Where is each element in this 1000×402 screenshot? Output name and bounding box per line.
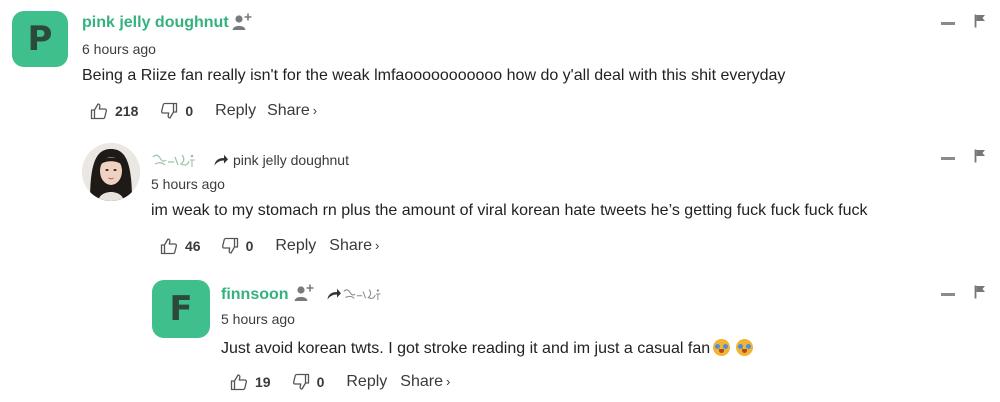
action-bar: 46 0 Reply Share ›	[160, 237, 379, 255]
portrait-image	[82, 143, 140, 201]
timestamp: 5 hours ago	[221, 311, 295, 327]
reply-button[interactable]: Reply	[346, 373, 387, 391]
dislike-button[interactable]: 0	[160, 102, 193, 120]
collapse-icon[interactable]	[941, 293, 955, 296]
thumbs-up-icon	[90, 103, 108, 120]
action-bar: 19 0 Reply Share ›	[230, 373, 450, 391]
thumbs-down-icon	[292, 373, 309, 390]
username[interactable]: pink jelly doughnut	[82, 14, 229, 32]
like-button[interactable]: 218	[90, 102, 138, 120]
comment-3: F finnsoon 5 hours ago Just avoid korean…	[0, 270, 1000, 402]
collapse-icon[interactable]	[941, 22, 955, 25]
like-count: 46	[185, 238, 201, 254]
like-count: 218	[115, 103, 139, 119]
reply-to: pink jelly doughnut	[213, 152, 349, 168]
comment-1: P pink jelly doughnut 6 hours ago Being …	[0, 0, 1000, 130]
reply-to-username[interactable]: pink jelly doughnut	[233, 152, 349, 168]
share-button[interactable]: Share ›	[329, 237, 379, 255]
chevron-right-icon: ›	[312, 103, 318, 118]
share-label: Share	[400, 373, 443, 390]
doodle-username-image[interactable]	[151, 151, 199, 169]
comment-text: Just avoid korean twts. I got stroke rea…	[221, 339, 754, 358]
comment-text: Being a Riize fan really isn't for the w…	[82, 67, 786, 84]
share-label: Share	[329, 237, 372, 254]
chevron-right-icon: ›	[374, 238, 380, 253]
reply-button[interactable]: Reply	[275, 237, 316, 255]
dislike-count: 0	[316, 374, 325, 390]
thumbs-down-icon	[221, 237, 238, 254]
dislike-button[interactable]: 0	[221, 237, 254, 255]
comment-text-content: Just avoid korean twts. I got stroke rea…	[221, 340, 711, 357]
flag-icon[interactable]	[974, 149, 986, 163]
flag-icon[interactable]	[974, 285, 986, 299]
share-button[interactable]: Share ›	[267, 102, 317, 120]
avatar[interactable]: F	[152, 280, 210, 338]
flag-icon[interactable]	[974, 14, 986, 28]
photo-avatar[interactable]	[82, 143, 140, 201]
avatar-letter: F	[169, 289, 193, 329]
action-bar: 218 0 Reply Share ›	[90, 102, 317, 120]
crying-face-emoji	[713, 339, 731, 356]
like-count: 19	[255, 374, 271, 390]
add-user-icon[interactable]	[294, 283, 314, 303]
collapse-icon[interactable]	[941, 157, 955, 160]
comment-2: pink jelly doughnut 5 hours ago im weak …	[0, 135, 1000, 270]
timestamp: 5 hours ago	[151, 176, 225, 192]
dislike-count: 0	[185, 103, 194, 119]
chevron-right-icon: ›	[445, 374, 451, 389]
reply-arrow-icon	[327, 288, 341, 300]
thumbs-up-icon	[230, 374, 248, 391]
crying-face-emoji	[736, 339, 754, 356]
thumbs-up-icon	[160, 238, 178, 255]
dislike-count: 0	[245, 238, 254, 254]
add-user-icon[interactable]	[232, 12, 252, 32]
reply-arrow-icon	[214, 154, 228, 166]
timestamp: 6 hours ago	[82, 41, 156, 57]
username[interactable]: finnsoon	[221, 286, 289, 304]
share-button[interactable]: Share ›	[400, 373, 450, 391]
reply-button[interactable]: Reply	[215, 102, 256, 120]
like-button[interactable]: 19	[230, 373, 271, 391]
like-button[interactable]: 46	[160, 237, 201, 255]
comment-text: im weak to my stomach rn plus the amount…	[151, 202, 868, 219]
thumbs-down-icon	[161, 102, 178, 119]
doodle-username-image[interactable]	[342, 286, 384, 302]
dislike-button[interactable]: 0	[292, 373, 325, 391]
avatar-letter: P	[27, 19, 53, 59]
avatar[interactable]: P	[12, 11, 68, 67]
share-label: Share	[267, 102, 310, 119]
